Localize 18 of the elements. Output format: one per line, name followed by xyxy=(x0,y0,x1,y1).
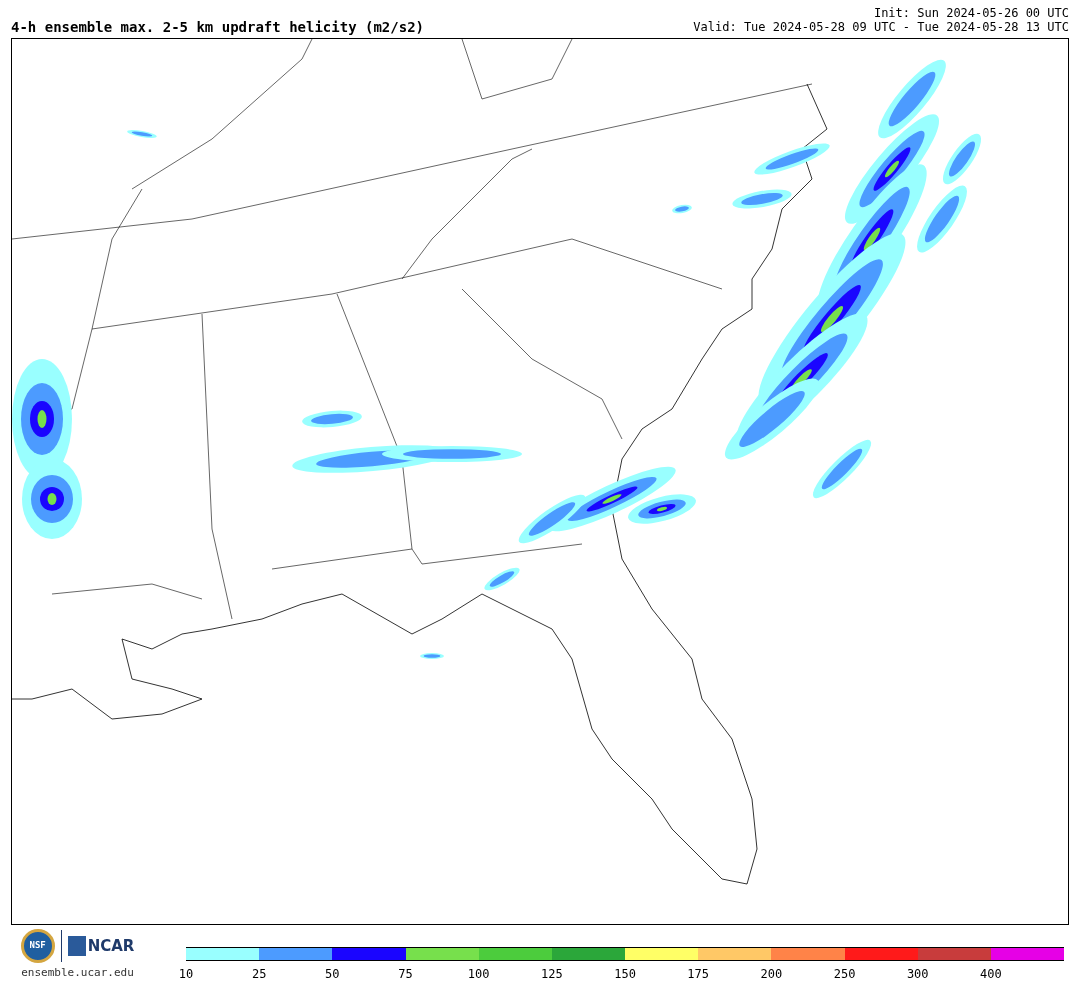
colorbar-tick-label: 125 xyxy=(541,966,563,982)
site-url: ensemble.ucar.edu xyxy=(21,965,134,981)
colorbar-tick-label: 50 xyxy=(325,966,340,982)
init-time: Init: Sun 2024-05-26 00 UTC xyxy=(873,6,1069,20)
colorbar-tick-label: 75 xyxy=(398,966,413,982)
colorbar-tick-label: 400 xyxy=(980,966,1002,982)
colorbar-tick-label: 175 xyxy=(687,966,710,982)
colorbar-tick-label: 150 xyxy=(614,966,636,982)
colorbar-tick-label: 200 xyxy=(760,966,783,982)
colorbar-tick-label: 300 xyxy=(906,966,929,982)
valid-time: Valid: Tue 2024-05-28 09 UTC - Tue 2024-05-28 13 UTC xyxy=(693,20,1069,34)
colorbar-tick-label: 10 xyxy=(178,966,194,982)
nsf-logo: NSF xyxy=(20,929,55,963)
colorbar-tick-label: 250 xyxy=(833,966,856,982)
chart-title: 4-h ensemble max. 2-5 km updraft helicity (m2/s2) xyxy=(11,20,424,34)
colorbar-tick-label: 100 xyxy=(467,966,490,982)
ncar-logo: NCAR xyxy=(67,936,135,956)
colorbar-tick-label: 25 xyxy=(251,966,267,982)
